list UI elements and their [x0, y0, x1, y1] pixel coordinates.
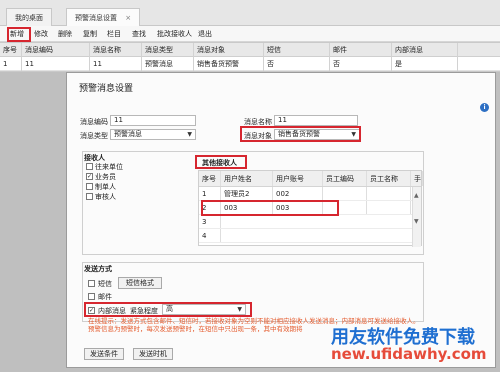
checkbox-label: 制单人 [95, 183, 116, 191]
send-timing-button[interactable]: 发送时机 [133, 348, 173, 360]
table-header-cell: 员工名称 [367, 171, 411, 186]
toolbar: 新增 修改 删除 复制 栏目 查找 批改接收人 退出 [0, 26, 500, 42]
batch-receiver-button[interactable]: 批改接收人 [157, 28, 192, 40]
type-select[interactable]: 预警消息 ▼ [110, 129, 196, 140]
table-header-cell: 员工编码 [323, 171, 367, 186]
scroll-up-icon[interactable]: ▲ [414, 193, 420, 199]
grid-header-cell: 序号 [0, 43, 22, 57]
table-cell: 4 [199, 229, 221, 242]
table-cell: 管理员2 [221, 187, 273, 200]
tab-label: 预警消息设置 [75, 14, 117, 22]
table-row[interactable]: 1 管理员2 002 [199, 187, 421, 201]
checkbox-email[interactable] [88, 293, 95, 300]
type-label: 消息类型 [80, 132, 108, 140]
grid-header-cell: 消息类型 [142, 43, 194, 57]
grid-header-cell: 内部消息 [392, 43, 458, 57]
info-icon[interactable]: i [480, 103, 489, 112]
grid-header-cell: 消息对象 [194, 43, 264, 57]
sms-format-button[interactable]: 短信格式 [118, 277, 162, 289]
checkbox-label: 往来单位 [95, 163, 123, 171]
send-condition-button[interactable]: 发送条件 [84, 348, 124, 360]
highlight-add-button [7, 27, 31, 42]
table-row[interactable]: 4 [199, 229, 421, 243]
grid-cell: 1 [0, 57, 22, 71]
grid-cell: 是 [392, 57, 458, 71]
checkbox-label: 审核人 [95, 193, 116, 201]
grid-cell: 11 [22, 57, 90, 71]
send-method-title: 发送方式 [84, 265, 112, 273]
checkbox-auditor[interactable] [86, 193, 93, 200]
table-row[interactable]: 3 [199, 215, 421, 229]
table-cell: 002 [273, 187, 323, 200]
grid-cell: 否 [264, 57, 330, 71]
table-cell [367, 201, 411, 214]
exit-button[interactable]: 退出 [198, 28, 212, 40]
vertical-scrollbar[interactable]: ▲ ▼ [412, 187, 421, 247]
grid-cell: 预警消息 [142, 57, 194, 71]
checkbox-creator[interactable] [86, 183, 93, 190]
chevron-down-icon: ▼ [187, 131, 192, 138]
columns-button[interactable]: 栏目 [107, 28, 121, 40]
dialog-title: 预警消息设置 [79, 84, 134, 94]
scroll-down-icon[interactable]: ▼ [414, 219, 420, 225]
name-field[interactable]: 11 [274, 115, 358, 126]
table-cell: 1 [199, 187, 221, 200]
highlight-other-receivers [195, 155, 247, 169]
grid-cell: 否 [330, 57, 392, 71]
table-row[interactable]: 1 11 11 预警消息 销售备货预警 否 否 是 [0, 57, 500, 71]
grid-header-cell: 消息编码 [22, 43, 90, 57]
other-receivers-header: 序号 用户姓名 用户账号 员工编码 员工名称 手 [199, 171, 423, 187]
table-header-cell: 用户账号 [273, 171, 323, 186]
tab-warning-settings[interactable]: 预警消息设置 × [66, 8, 141, 26]
grid-header: 序号 消息编码 消息名称 消息类型 消息对象 短信 邮件 内部消息 [0, 43, 500, 57]
copy-button[interactable]: 复制 [83, 28, 97, 40]
highlight-internal-message [84, 302, 252, 317]
tab-label: 我的桌面 [15, 14, 43, 22]
grid-cell: 11 [90, 57, 142, 71]
tab-bar: 我的桌面 预警消息设置 × [0, 0, 500, 26]
email-label: 邮件 [98, 293, 112, 301]
highlight-object [240, 126, 361, 142]
sms-label: 短信 [98, 280, 112, 288]
tab-my-desktop[interactable]: 我的桌面 [6, 8, 52, 26]
find-button[interactable]: 查找 [132, 28, 146, 40]
checkbox-label: 业务员 [95, 173, 116, 181]
checkbox-salesperson[interactable]: ✓ [86, 173, 93, 180]
table-cell: 3 [199, 215, 221, 228]
grid-cell: 销售备货预警 [194, 57, 264, 71]
type-value: 预警消息 [114, 130, 142, 138]
code-label: 消息编码 [80, 118, 108, 126]
table-header-cell: 手 [411, 171, 423, 186]
grid-header-cell: 邮件 [330, 43, 392, 57]
edit-button[interactable]: 修改 [34, 28, 48, 40]
checkbox-sms[interactable] [88, 280, 95, 287]
checkbox-contact[interactable] [86, 163, 93, 170]
highlight-receiver-row [201, 200, 339, 216]
table-cell [367, 187, 411, 200]
table-cell [323, 187, 367, 200]
grid-header-cell: 消息名称 [90, 43, 142, 57]
table-header-cell: 用户姓名 [221, 171, 273, 186]
close-icon[interactable]: × [125, 14, 131, 22]
table-header-cell: 序号 [199, 171, 221, 186]
watermark-line-2: new.ufidawhy.com [331, 345, 487, 363]
code-field[interactable]: 11 [110, 115, 196, 126]
grid-header-cell: 短信 [264, 43, 330, 57]
delete-button[interactable]: 删除 [58, 28, 72, 40]
